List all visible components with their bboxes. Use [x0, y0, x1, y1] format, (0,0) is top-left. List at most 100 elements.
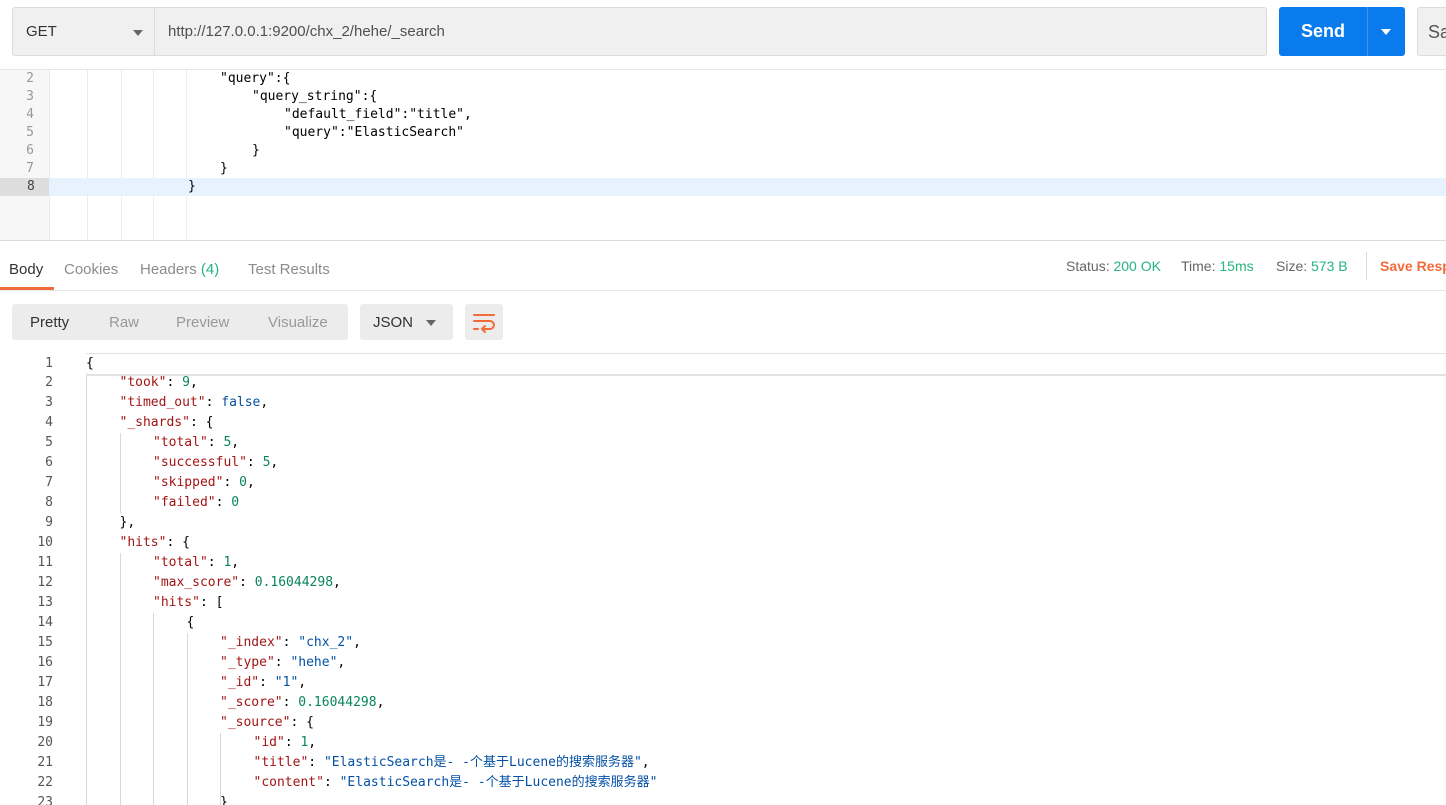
- save-response-button[interactable]: Save Resp: [1380, 258, 1446, 274]
- editor-line: 7}: [0, 160, 1446, 178]
- line-number: 3: [26, 89, 34, 104]
- save-button[interactable]: Sa: [1417, 7, 1446, 56]
- code-text: }: [220, 161, 228, 176]
- tab-test-results[interactable]: Test Results: [248, 261, 330, 278]
- json-code: "max_score": 0.16044298,: [153, 575, 341, 590]
- json-code: "id": 1,: [253, 735, 317, 750]
- json-line: 10 "hits": {: [0, 533, 1446, 553]
- line-number: 23: [37, 795, 53, 805]
- status-value: 200 OK: [1113, 258, 1161, 274]
- status-meta: Status: 200 OK: [1066, 258, 1161, 274]
- json-line: 15 "_index": "chx_2",: [0, 633, 1446, 653]
- wrap-lines-icon: [473, 314, 495, 333]
- request-body-editor[interactable]: 2 "query":{ 3 "query_string":{4 "default_fie…: [0, 69, 1446, 241]
- editor-line: 5 "query":"ElasticSearch": [0, 124, 1446, 142]
- line-number: 6: [26, 143, 34, 158]
- tab-cookies[interactable]: Cookies: [64, 261, 118, 278]
- size-meta: Size: 573 B: [1276, 258, 1348, 274]
- response-body-viewer[interactable]: 1 {2 "took": 9, 3 "timed_out": false, 4 "_shar…: [0, 353, 1446, 805]
- request-url-bar: GET http://127.0.0.1:9200/chx_2/hehe/_se…: [0, 0, 1446, 70]
- line-number: 21: [37, 755, 53, 770]
- editor-line: 4 "default_field":"title",: [0, 106, 1446, 124]
- line-number: 9: [45, 515, 53, 530]
- json-code: "_id": "1",: [220, 675, 307, 690]
- json-line: 8 "failed": 0: [0, 493, 1446, 513]
- send-button[interactable]: Send: [1279, 7, 1367, 56]
- time-value: 15ms: [1219, 258, 1254, 274]
- time-meta: Time: 15ms: [1181, 258, 1254, 274]
- line-number: 2: [26, 71, 34, 86]
- json-code: "took": 9,: [119, 375, 198, 390]
- line-number: 13: [37, 595, 53, 610]
- line-number: 17: [37, 675, 53, 690]
- save-label: Sa: [1428, 22, 1446, 42]
- line-number: 8: [0, 178, 49, 196]
- chevron-down-icon: [426, 320, 436, 326]
- editor-line: 3 "query_string":{: [0, 88, 1446, 106]
- json-code: "content": "ElasticSearch是- -个基于Lucene的搜…: [253, 775, 658, 790]
- code-text: "query":{: [220, 71, 291, 86]
- json-line: 16 "_type": "hehe",: [0, 653, 1446, 673]
- json-code: },: [119, 515, 136, 530]
- format-select[interactable]: JSON: [360, 304, 453, 340]
- tab-body[interactable]: Body: [9, 261, 43, 278]
- json-line: 4 "_shards": {: [0, 413, 1446, 433]
- json-line: 7 "skipped": 0,: [0, 473, 1446, 493]
- json-line: 19 "_source": {: [0, 713, 1446, 733]
- line-number: 15: [37, 635, 53, 650]
- line-number: 6: [45, 455, 53, 470]
- line-number: 8: [45, 495, 53, 510]
- json-line: 5 "total": 5,: [0, 433, 1446, 453]
- json-code: "hits": [: [153, 595, 224, 610]
- json-line: 17 "_id": "1",: [0, 673, 1446, 693]
- code-text: }: [252, 143, 260, 158]
- code-text: "default_field":"title",: [284, 107, 472, 122]
- line-number: 18: [37, 695, 53, 710]
- json-code: "failed": 0: [153, 495, 240, 510]
- json-code: "timed_out": false,: [119, 395, 269, 410]
- view-visualize-button[interactable]: Visualize: [268, 314, 328, 331]
- json-line: 9},: [0, 513, 1446, 533]
- headers-count: (4): [200, 261, 220, 278]
- json-line: 13 "hits": [: [0, 593, 1446, 613]
- wrap-lines-button[interactable]: [465, 304, 503, 340]
- line-number: 5: [45, 435, 53, 450]
- line-number: 16: [37, 655, 53, 670]
- divider: [1366, 252, 1367, 280]
- line-number: 2: [45, 375, 53, 390]
- line-number: 12: [37, 575, 53, 590]
- line-number: 3: [45, 395, 53, 410]
- json-line: 22 "content": "ElasticSearch是- -个基于Lucene…: [0, 773, 1446, 793]
- format-label: JSON: [373, 314, 414, 331]
- view-mode-group: Pretty Raw Preview Visualize: [12, 304, 348, 340]
- active-tab-indicator: [0, 287, 54, 290]
- line-number: 19: [37, 715, 53, 730]
- view-preview-button[interactable]: Preview: [176, 314, 229, 331]
- line-number: 5: [26, 125, 34, 140]
- json-line: 14 {: [0, 613, 1446, 633]
- line-number: 11: [37, 555, 53, 570]
- json-line: 20 "id": 1,: [0, 733, 1446, 753]
- chevron-down-icon: [133, 30, 143, 36]
- json-code: "title": "ElasticSearch是- -个基于Lucene的搜索服…: [253, 755, 650, 770]
- line-number: 10: [37, 535, 53, 550]
- line-number: 22: [37, 775, 53, 790]
- json-line: 12 "max_score": 0.16044298,: [0, 573, 1446, 593]
- method-select[interactable]: GET: [12, 7, 155, 56]
- line-number: 14: [37, 615, 53, 630]
- json-line: 23}: [0, 793, 1446, 805]
- json-code: }: [220, 795, 228, 805]
- json-line: 11 "total": 1,: [0, 553, 1446, 573]
- json-code: "skipped": 0,: [153, 475, 255, 490]
- json-code: {: [186, 615, 195, 630]
- url-input[interactable]: http://127.0.0.1:9200/chx_2/hehe/_search: [155, 7, 1267, 56]
- view-raw-button[interactable]: Raw: [109, 314, 139, 331]
- tab-headers[interactable]: Headers (4): [140, 261, 219, 278]
- url-text: http://127.0.0.1:9200/chx_2/hehe/_search: [168, 23, 445, 40]
- editor-line: 8}: [0, 178, 1446, 196]
- response-tabs: Body Cookies Headers (4) Test Results St…: [0, 240, 1446, 291]
- json-code: "_score": 0.16044298,: [220, 695, 385, 710]
- send-options-button[interactable]: [1367, 7, 1405, 56]
- view-pretty-button[interactable]: Pretty: [30, 314, 69, 331]
- status-label: Status:: [1066, 258, 1110, 274]
